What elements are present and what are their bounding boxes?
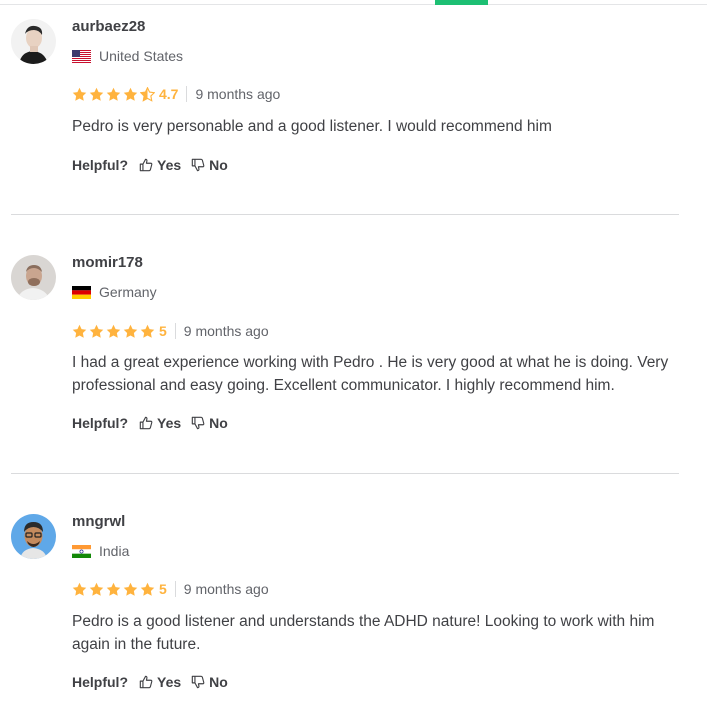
half-star-icon xyxy=(140,86,155,102)
star-icon xyxy=(123,87,138,101)
star-icon xyxy=(72,324,87,338)
avatar[interactable] xyxy=(11,255,56,300)
avatar[interactable] xyxy=(11,19,56,64)
separator xyxy=(186,86,188,102)
helpful-yes-button[interactable]: Yes xyxy=(139,674,181,690)
star-icon xyxy=(123,582,138,596)
helpful-no-button[interactable]: No xyxy=(191,674,228,690)
rating-row: 5 9 months ago xyxy=(72,321,269,341)
star-icon xyxy=(89,582,104,596)
reviewer-username[interactable]: momir178 xyxy=(72,254,143,271)
reviewer-username[interactable]: aurbaez28 xyxy=(72,18,145,35)
helpful-yes-label: Yes xyxy=(157,157,182,173)
helpful-row: Helpful? Yes No xyxy=(72,155,238,175)
review-time: 9 months ago xyxy=(183,581,269,597)
reviewer-country: United States xyxy=(72,47,183,65)
helpful-label: Helpful? xyxy=(72,674,128,690)
review-text: I had a great experience working with Pe… xyxy=(72,354,669,394)
star-icon xyxy=(72,582,87,596)
thumbs-up-icon xyxy=(139,675,153,689)
helpful-no-label: No xyxy=(209,157,228,173)
helpful-yes-button[interactable]: Yes xyxy=(139,157,181,173)
star-icon xyxy=(106,87,121,101)
helpful-label: Helpful? xyxy=(72,157,128,173)
helpful-yes-label: Yes xyxy=(157,674,182,690)
helpful-no-button[interactable]: No xyxy=(191,415,228,431)
thumbs-down-icon xyxy=(191,416,205,430)
helpful-row: Helpful? Yes No xyxy=(72,672,238,692)
top-divider xyxy=(0,4,707,5)
helpful-yes-button[interactable]: Yes xyxy=(139,415,181,431)
avatar[interactable] xyxy=(11,514,56,559)
star-icon xyxy=(123,324,138,338)
star-rating xyxy=(72,582,157,597)
review-divider xyxy=(11,473,679,474)
thumbs-up-icon xyxy=(139,158,153,172)
germany-flag-icon xyxy=(72,285,91,299)
helpful-no-button[interactable]: No xyxy=(191,157,228,173)
country-name: India xyxy=(99,543,130,559)
star-icon xyxy=(140,324,155,338)
helpful-no-label: No xyxy=(209,674,228,690)
review-text: Pedro is a good listener and understands… xyxy=(72,613,655,653)
helpful-yes-label: Yes xyxy=(157,415,182,431)
separator xyxy=(174,323,176,339)
star-icon xyxy=(106,324,121,338)
country-name: Germany xyxy=(99,284,157,300)
review-time: 9 months ago xyxy=(195,86,281,102)
active-tab-indicator xyxy=(435,0,488,5)
reviewer-username[interactable]: mngrwl xyxy=(72,513,125,530)
country-name: United States xyxy=(99,48,184,64)
review-divider xyxy=(11,214,679,215)
star-icon xyxy=(89,87,104,101)
rating-row: 4.7 9 months ago xyxy=(72,84,280,104)
star-rating xyxy=(72,324,157,339)
review-text: Pedro is very personable and a good list… xyxy=(72,118,552,135)
reviewer-country: India xyxy=(72,542,129,560)
star-rating xyxy=(72,86,157,102)
thumbs-down-icon xyxy=(191,158,205,172)
rating-row: 5 9 months ago xyxy=(72,579,269,599)
star-icon xyxy=(89,324,104,338)
rating-value: 5 xyxy=(159,323,167,339)
reviewer-country: Germany xyxy=(72,283,157,301)
helpful-row: Helpful? Yes No xyxy=(72,413,238,433)
rating-value: 4.7 xyxy=(159,86,179,102)
separator xyxy=(174,581,176,597)
review-time: 9 months ago xyxy=(183,323,269,339)
helpful-no-label: No xyxy=(209,415,228,431)
india-flag-icon xyxy=(72,544,91,558)
thumbs-up-icon xyxy=(139,416,153,430)
thumbs-down-icon xyxy=(191,675,205,689)
star-icon xyxy=(72,87,87,101)
star-icon xyxy=(106,582,121,596)
helpful-label: Helpful? xyxy=(72,415,128,431)
star-icon xyxy=(140,582,155,596)
us-flag-icon xyxy=(72,49,91,63)
rating-value: 5 xyxy=(159,581,167,597)
